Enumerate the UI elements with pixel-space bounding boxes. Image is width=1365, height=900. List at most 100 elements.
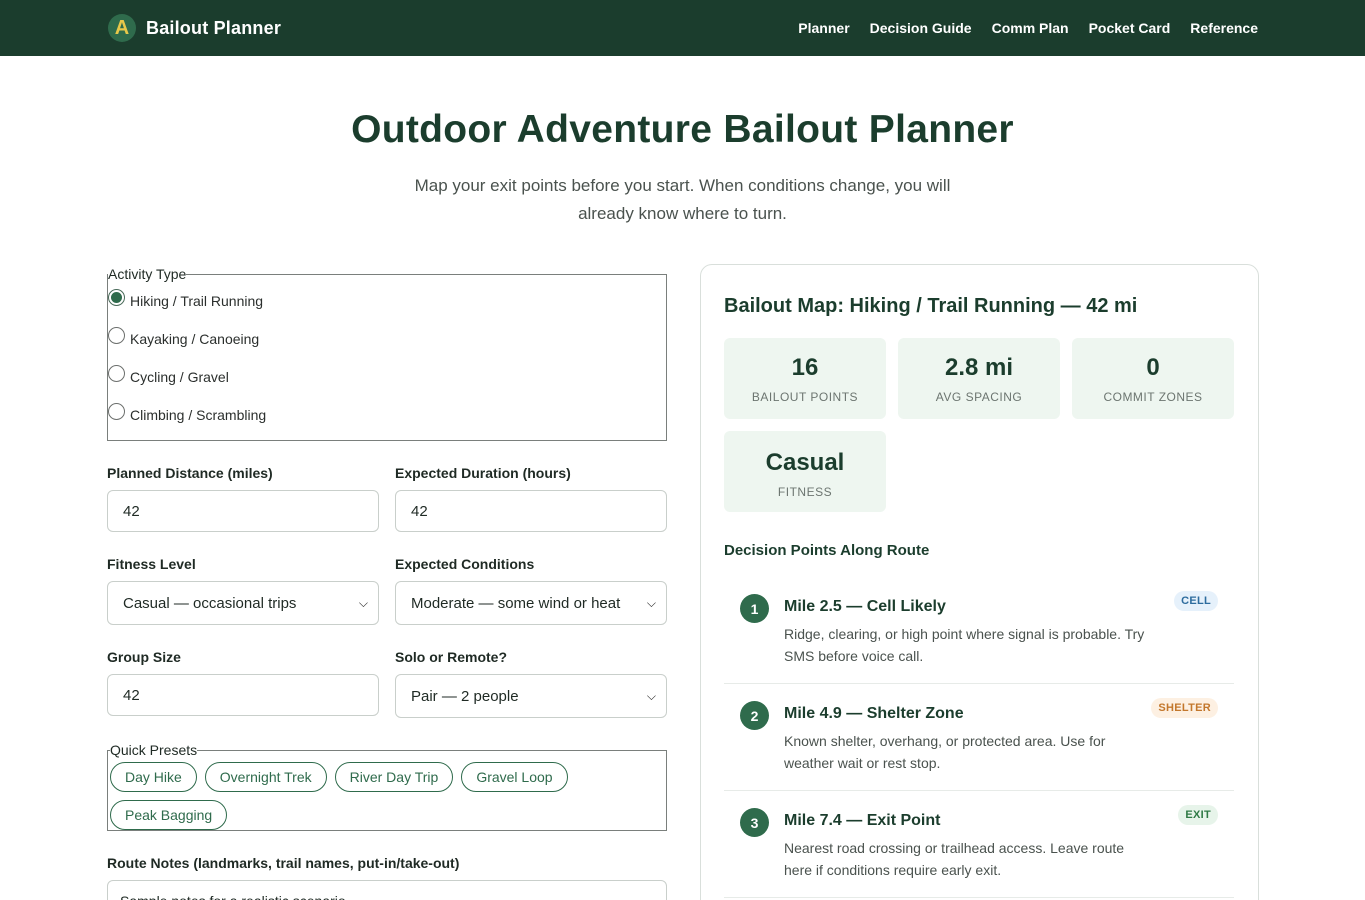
bailout-map-panel: Bailout Map: Hiking / Trail Running — 42… xyxy=(700,264,1259,900)
distance-field: Planned Distance (miles) 42 xyxy=(107,465,379,532)
nav-pocket-card[interactable]: Pocket Card xyxy=(1089,20,1171,36)
nav-decision-guide[interactable]: Decision Guide xyxy=(870,20,972,36)
stat-label: COMMIT ZONES xyxy=(1103,390,1203,404)
group-size-input[interactable]: 42 xyxy=(107,674,379,716)
activity-type-legend: Activity Type xyxy=(108,266,187,282)
stat-label: FITNESS xyxy=(777,485,833,499)
point-number: 1 xyxy=(740,594,769,623)
solo-selected-value: Pair — 2 people xyxy=(411,687,519,705)
conditions-selected-value: Moderate — some wind or heat xyxy=(411,594,621,612)
point-tag-exit: EXIT xyxy=(1178,805,1218,825)
stat-value: 0 xyxy=(1146,354,1160,381)
group-size-label: Group Size xyxy=(107,649,181,665)
activity-option-kayaking[interactable]: Kayaking / Canoeing xyxy=(108,320,666,358)
chevron-down-icon: ⌵ xyxy=(358,595,368,610)
list-item: 3 Mile 7.4 — Exit Point Nearest road cro… xyxy=(724,791,1234,898)
distance-input[interactable]: 42 xyxy=(107,490,379,532)
route-notes-label: Route Notes (landmarks, trail names, put… xyxy=(107,855,460,871)
stat-value: 2.8 mi xyxy=(944,354,1014,381)
quick-presets-group: Quick Presets Day Hike Overnight Trek Ri… xyxy=(107,742,667,831)
decision-points-title: Decision Points Along Route xyxy=(724,542,930,559)
list-item: 2 Mile 4.9 — Shelter Zone Known shelter,… xyxy=(724,684,1234,791)
activity-option-label: Climbing / Scrambling xyxy=(130,407,267,423)
point-description: Ridge, clearing, or high point where sig… xyxy=(784,626,1145,664)
conditions-label: Expected Conditions xyxy=(395,556,535,572)
page-title: Outdoor Adventure Bailout Planner xyxy=(351,108,1014,151)
point-name: Mile 4.9 — Shelter Zone xyxy=(784,705,964,722)
solo-field: Solo or Remote? Pair — 2 people ⌵ xyxy=(395,649,667,718)
point-tag-cell: CELL xyxy=(1174,591,1218,611)
group-size-field: Group Size 42 xyxy=(107,649,379,718)
nav-reference[interactable]: Reference xyxy=(1190,20,1258,36)
fitness-conditions-row: Fitness Level Casual — occasional trips … xyxy=(107,556,667,625)
list-item: 1 Mile 2.5 — Cell Likely Ridge, clearing… xyxy=(724,577,1234,684)
radio-unchecked-icon[interactable] xyxy=(108,402,125,420)
stat-fitness: Casual FITNESS xyxy=(724,431,886,512)
nav-planner[interactable]: Planner xyxy=(798,20,849,36)
duration-input[interactable]: 42 xyxy=(395,490,667,532)
decision-points-list: 1 Mile 2.5 — Cell Likely Ridge, clearing… xyxy=(724,577,1234,898)
conditions-select[interactable]: Moderate — some wind or heat ⌵ xyxy=(395,581,667,625)
group-solo-row: Group Size 42 Solo or Remote? Pair — 2 p… xyxy=(107,649,667,718)
fitness-field: Fitness Level Casual — occasional trips … xyxy=(107,556,379,625)
stat-avg-spacing: 2.8 mi AVG SPACING xyxy=(898,338,1060,419)
fitness-label: Fitness Level xyxy=(107,556,196,572)
point-number: 3 xyxy=(740,808,769,837)
distance-label: Planned Distance (miles) xyxy=(107,465,273,481)
preset-peak-bagging[interactable]: Peak Bagging xyxy=(110,800,228,830)
activity-option-label: Hiking / Trail Running xyxy=(130,293,264,309)
main-nav: Planner Decision Guide Comm Plan Pocket … xyxy=(798,20,1258,36)
fitness-select[interactable]: Casual — occasional trips ⌵ xyxy=(107,581,379,625)
activity-option-hiking[interactable]: Hiking / Trail Running xyxy=(108,282,666,320)
point-name: Mile 7.4 — Exit Point xyxy=(784,812,941,829)
solo-label: Solo or Remote? xyxy=(395,649,508,665)
activity-option-label: Cycling / Gravel xyxy=(130,369,229,385)
duration-label: Expected Duration (hours) xyxy=(395,465,571,481)
preset-river-day-trip[interactable]: River Day Trip xyxy=(334,762,454,792)
point-number: 2 xyxy=(740,701,769,730)
preset-gravel-loop[interactable]: Gravel Loop xyxy=(461,762,568,792)
activity-option-climbing[interactable]: Climbing / Scrambling xyxy=(108,396,666,434)
point-body: Mile 2.5 — Cell Likely Ridge, clearing, … xyxy=(784,592,1154,671)
stat-label: BAILOUT POINTS xyxy=(751,390,859,404)
page-subtitle: Map your exit points before you start. W… xyxy=(414,176,951,223)
nav-comm-plan[interactable]: Comm Plan xyxy=(992,20,1069,36)
top-nav-bar: A Bailout Planner Planner Decision Guide… xyxy=(0,0,1365,56)
preset-day-hike[interactable]: Day Hike xyxy=(110,762,197,792)
point-description: Known shelter, overhang, or protected ar… xyxy=(784,733,1106,771)
chevron-down-icon: ⌵ xyxy=(646,595,656,610)
brand[interactable]: A Bailout Planner xyxy=(108,14,281,42)
radio-unchecked-icon[interactable] xyxy=(108,364,125,382)
chevron-down-icon: ⌵ xyxy=(646,688,656,703)
point-description: Nearest road crossing or trailhead acces… xyxy=(784,840,1125,878)
planner-form: Activity Type Hiking / Trail Running Kay… xyxy=(107,266,667,900)
distance-duration-row: Planned Distance (miles) 42 Expected Dur… xyxy=(107,465,667,532)
point-body: Mile 4.9 — Shelter Zone Known shelter, o… xyxy=(784,699,1154,778)
logo-icon: A xyxy=(108,14,136,42)
conditions-field: Expected Conditions Moderate — some wind… xyxy=(395,556,667,625)
route-notes-textarea[interactable]: Sample notes for a realistic scenario xyxy=(107,880,667,900)
fitness-selected-value: Casual — occasional trips xyxy=(123,594,297,612)
stats-grid: 16 BAILOUT POINTS 2.8 mi AVG SPACING 0 C… xyxy=(724,338,1234,512)
bailout-map-title: Bailout Map: Hiking / Trail Running — 42… xyxy=(724,295,1138,317)
hero: Outdoor Adventure Bailout Planner Map yo… xyxy=(0,56,1365,228)
preset-chips: Day Hike Overnight Trek River Day Trip G… xyxy=(110,762,666,830)
radio-unchecked-icon[interactable] xyxy=(108,326,125,344)
point-name: Mile 2.5 — Cell Likely xyxy=(784,598,946,615)
solo-select[interactable]: Pair — 2 people ⌵ xyxy=(395,674,667,718)
brand-name: Bailout Planner xyxy=(146,17,282,38)
radio-checked-icon[interactable] xyxy=(108,288,125,306)
activity-option-cycling[interactable]: Cycling / Gravel xyxy=(108,358,666,396)
activity-type-group: Activity Type Hiking / Trail Running Kay… xyxy=(107,266,667,441)
point-tag-shelter: SHELTER xyxy=(1151,698,1218,718)
stat-value: 16 xyxy=(791,354,819,381)
activity-option-label: Kayaking / Canoeing xyxy=(130,331,260,347)
duration-field: Expected Duration (hours) 42 xyxy=(395,465,667,532)
stat-label: AVG SPACING xyxy=(935,390,1023,404)
quick-presets-legend: Quick Presets xyxy=(110,742,198,758)
preset-overnight-trek[interactable]: Overnight Trek xyxy=(204,762,327,792)
stat-commit-zones: 0 COMMIT ZONES xyxy=(1072,338,1234,419)
stat-value: Casual xyxy=(765,449,845,476)
point-body: Mile 7.4 — Exit Point Nearest road cross… xyxy=(784,806,1154,885)
stat-bailout-points: 16 BAILOUT POINTS xyxy=(724,338,886,419)
